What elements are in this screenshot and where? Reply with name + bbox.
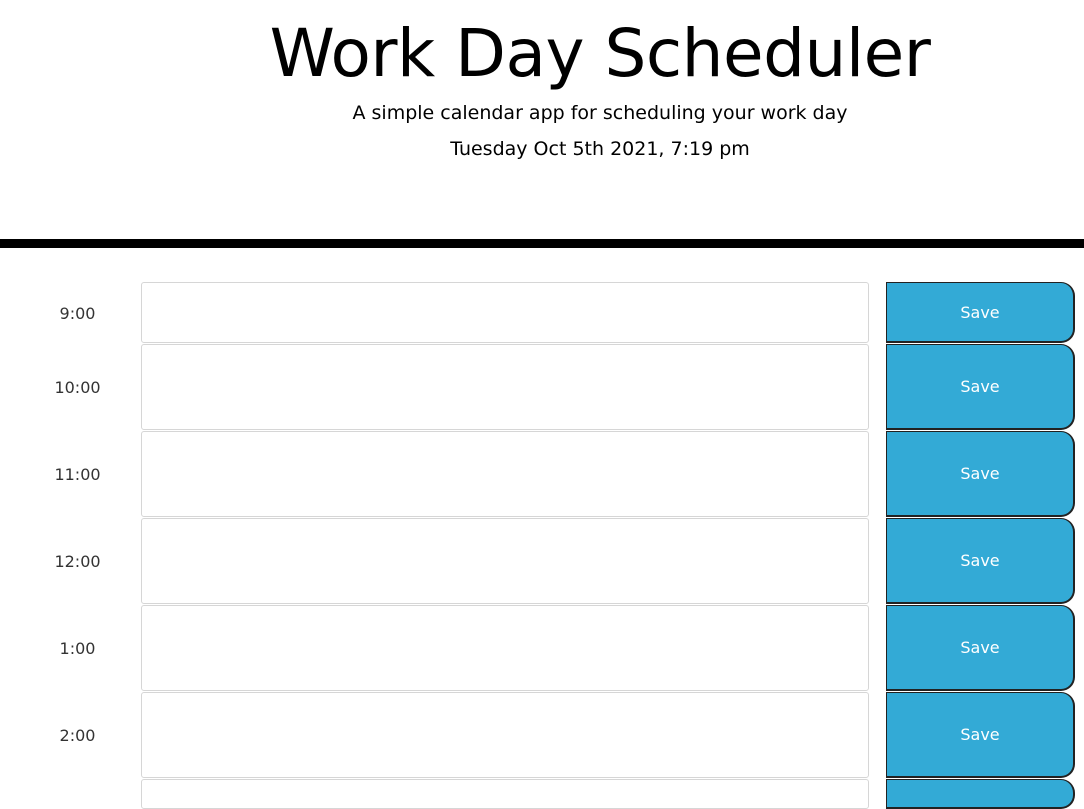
current-day: Tuesday Oct 5th 2021, 7:19 pm bbox=[450, 138, 750, 160]
page-subtitle: A simple calendar app for scheduling you… bbox=[352, 102, 848, 124]
hour-label: 10:00 bbox=[54, 378, 101, 397]
event-textarea[interactable] bbox=[141, 605, 869, 691]
hour-label: 12:00 bbox=[54, 552, 101, 571]
save-button[interactable]: Save bbox=[886, 431, 1075, 517]
time-block-row bbox=[0, 779, 1084, 809]
save-button[interactable]: Save bbox=[886, 692, 1075, 778]
save-button[interactable]: Save bbox=[886, 282, 1075, 343]
time-block-row: 11:00 Save bbox=[0, 431, 1084, 518]
hour-label: 1:00 bbox=[59, 639, 96, 658]
hour-label: 9:00 bbox=[59, 303, 96, 323]
page-title: Work Day Scheduler bbox=[269, 15, 931, 92]
time-block-list: 9:00 Save 10:00 Save 11:00 Save 12:00 Sa… bbox=[0, 282, 1084, 809]
hour-label bbox=[0, 779, 155, 789]
save-button[interactable] bbox=[886, 779, 1075, 809]
save-button[interactable]: Save bbox=[886, 518, 1075, 604]
time-block-row: 9:00 Save bbox=[0, 282, 1084, 344]
header: Work Day Scheduler A simple calendar app… bbox=[0, 0, 1084, 248]
time-block-row: 2:00 Save bbox=[0, 692, 1084, 779]
event-textarea[interactable] bbox=[141, 431, 869, 517]
event-textarea[interactable] bbox=[141, 344, 869, 430]
hour-label: 11:00 bbox=[54, 465, 101, 484]
time-block-row: 1:00 Save bbox=[0, 605, 1084, 692]
event-textarea[interactable] bbox=[141, 692, 869, 778]
time-block-row: 12:00 Save bbox=[0, 518, 1084, 605]
hour-label: 2:00 bbox=[59, 726, 96, 745]
event-textarea[interactable] bbox=[141, 779, 869, 809]
event-textarea[interactable] bbox=[141, 282, 869, 343]
event-textarea[interactable] bbox=[141, 518, 869, 604]
header-divider bbox=[0, 239, 1084, 248]
save-button[interactable]: Save bbox=[886, 605, 1075, 691]
save-button[interactable]: Save bbox=[886, 344, 1075, 430]
time-block-row: 10:00 Save bbox=[0, 344, 1084, 431]
